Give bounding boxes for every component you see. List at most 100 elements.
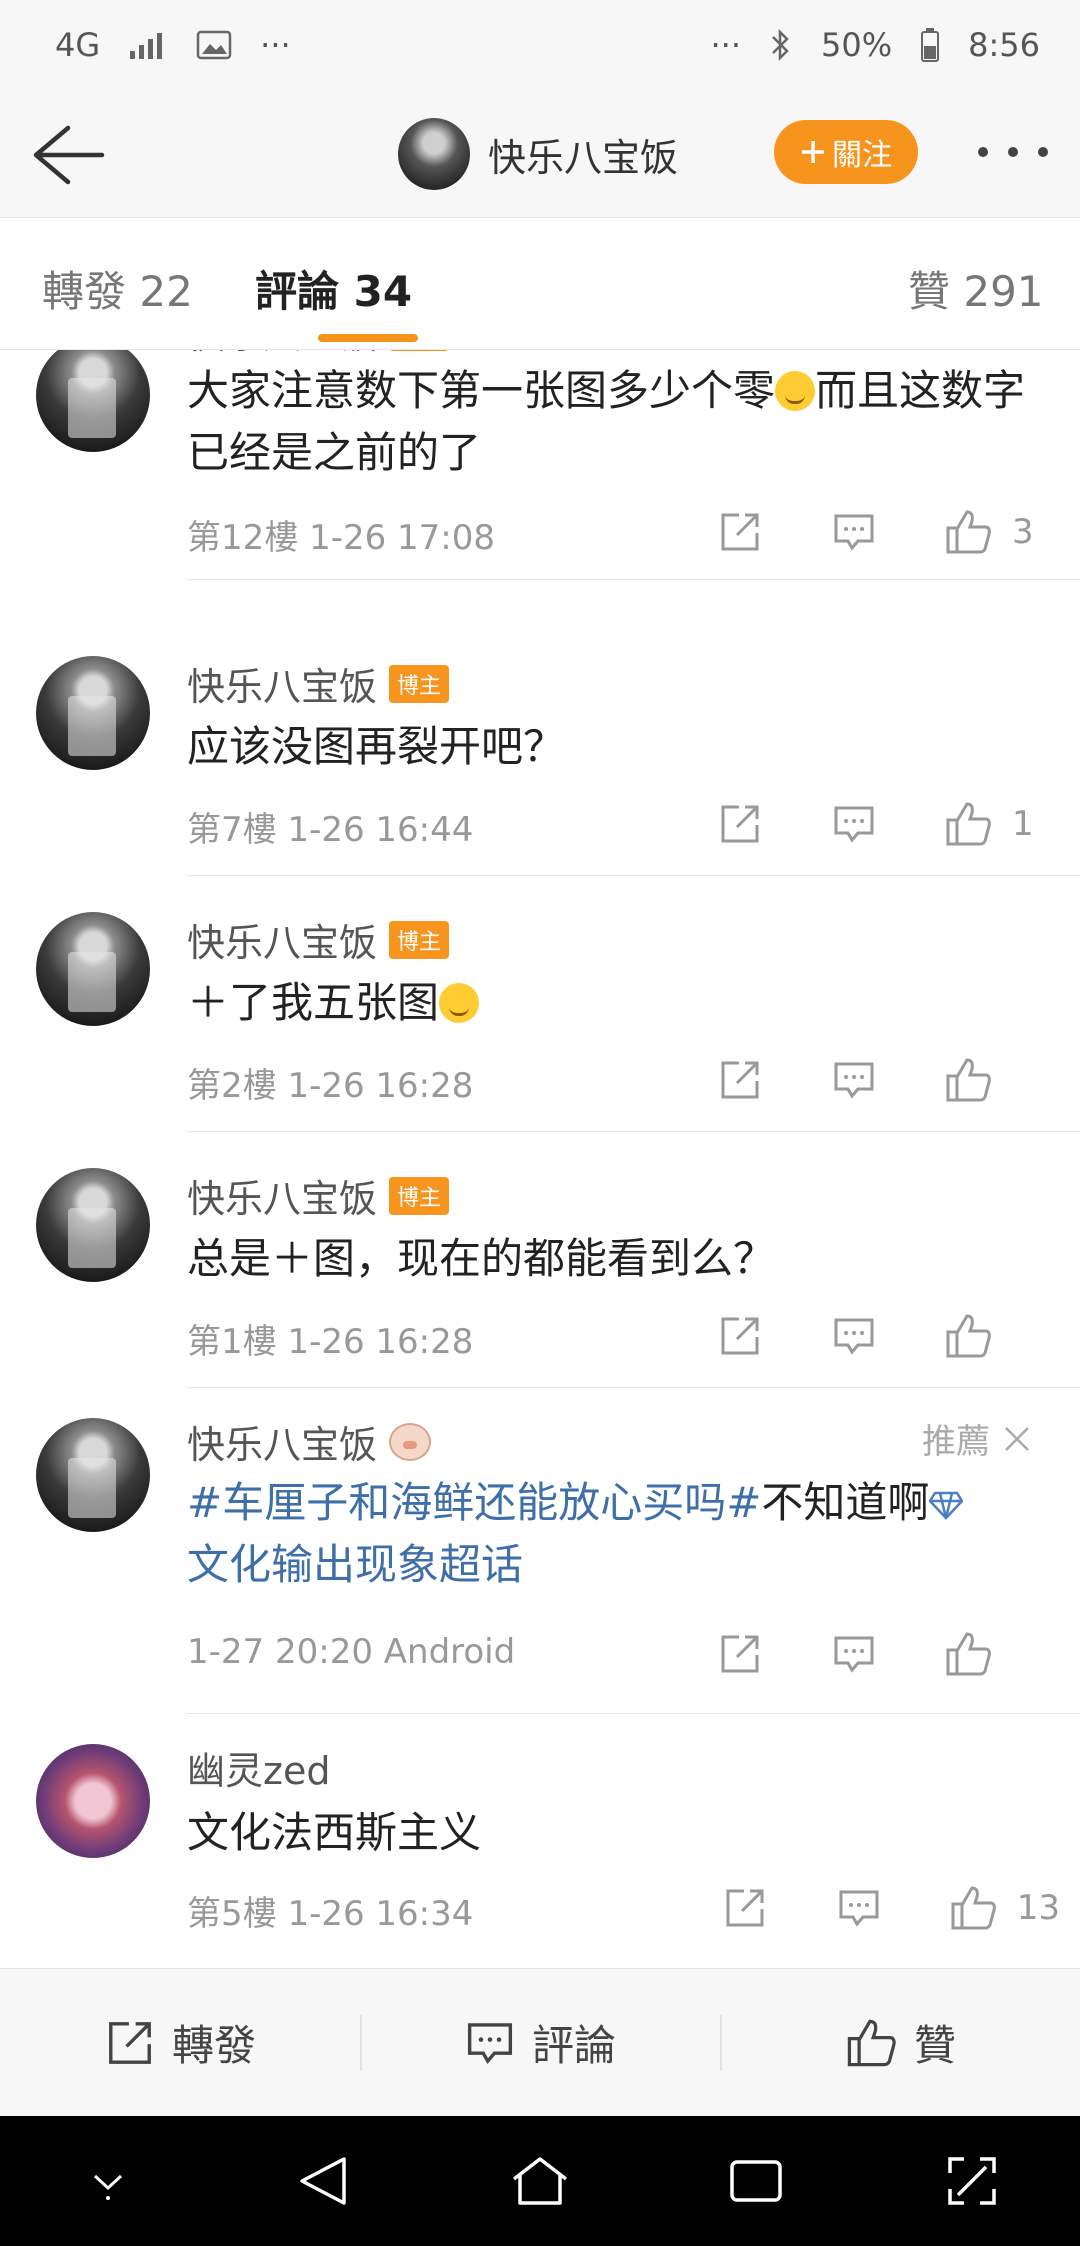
comment-username[interactable]: 快乐八宝饭 博主 [187,656,450,711]
share-icon [721,1061,759,1099]
comment-username-text[interactable]: 快乐八宝饭 [187,656,377,711]
comment-username[interactable]: 快乐八宝饭 博主 [187,912,450,967]
triangle-back-icon [300,2157,346,2205]
comment-text-part: 大家注意数下第一张图多少个零 [187,366,776,415]
more-dot-icon [1008,147,1018,157]
comment-text: 大家注意数下第一张图多少个零 而且这数字已经是之前的了 [187,360,1057,484]
comment-text-part: 不知道啊 [761,1478,930,1527]
share-button[interactable] [708,500,772,564]
follow-button[interactable]: 關注 [774,120,918,184]
repost-button[interactable]: 轉發 [0,1969,360,2116]
share-button[interactable] [708,1622,772,1686]
reply-button[interactable] [822,1622,886,1686]
tab-comments[interactable]: 評論 34 [255,258,412,319]
author-badge: 博主 [389,664,450,703]
thumbs-up-icon [946,1058,991,1102]
topic-link[interactable]: #车厘子和海鲜还能放心买吗# [187,1478,761,1527]
tab-likes[interactable]: 贊 291 [908,258,1044,319]
comment-username-text[interactable]: 快乐八宝饭 [187,1414,377,1469]
comment-item: 快乐八宝饭 博主 总是＋图，现在的都能看到么？ 第1樓 1-26 16:28 [0,1132,1080,1388]
comment-icon [834,1636,874,1673]
close-icon[interactable] [1002,1424,1032,1454]
header-username[interactable]: 快乐八宝饭 [488,127,678,182]
comment-actions [658,1304,1042,1368]
nav-home-button[interactable] [495,2136,585,2226]
reply-button[interactable] [822,792,886,856]
reply-button[interactable] [822,1304,886,1368]
smirk-emoji-icon [439,983,480,1023]
thumbs-up-icon [847,2019,896,2066]
battery-icon [921,28,940,62]
avatar[interactable] [36,1744,150,1858]
thumbs-up-icon [946,1314,991,1358]
comment-list[interactable]: 快乐八宝饭 博主 大家注意数下第一张图多少个零而且这数字已经是之前的了 第12樓… [0,350,1080,1968]
like-button[interactable] [936,500,1000,564]
hide-keyboard-button[interactable] [63,2136,153,2226]
back-button[interactable] [28,120,108,190]
recents-icon [730,2160,782,2202]
reply-button[interactable] [827,1876,891,1940]
reply-button[interactable] [822,1048,886,1112]
bluetooth-icon [772,28,789,62]
like-post-button[interactable]: 贊 [720,1969,1080,2116]
repost-label: 轉發 [171,2021,256,2070]
nav-recents-button[interactable] [711,2136,801,2226]
like-button[interactable] [936,1622,1000,1686]
share-button[interactable] [708,1048,772,1112]
comment-actions: 1 [658,792,1042,856]
comment-text: 文化法西斯主义 [187,1808,482,1857]
comment-username[interactable]: 幽灵zed [187,1740,330,1795]
like-button[interactable] [936,1304,1000,1368]
like-button[interactable] [941,1876,1005,1940]
comment-username-text[interactable]: 快乐八宝饭 [187,1168,377,1223]
nav-expand-button[interactable] [927,2136,1017,2226]
comment-icon [834,1318,874,1355]
avatar[interactable] [36,350,150,452]
image-icon [196,30,232,60]
avatar[interactable] [36,912,150,1026]
comment-text-part: ＋了我五张图 [187,978,440,1027]
pig-emoji-icon [389,1422,432,1461]
recommend-tag: 推薦 [922,1414,1032,1463]
comment-text: 总是＋图，现在的都能看到么？ [187,1234,776,1283]
reply-button[interactable] [822,500,886,564]
comment-item: 幽灵zed 文化法西斯主义 第5樓 1-26 16:34 13 [0,1714,1080,1968]
share-icon [721,1635,759,1673]
more-dot-icon [978,147,988,157]
comment-username[interactable]: 快乐八宝饭 [187,1414,432,1469]
comment-username-text[interactable]: 幽灵zed [187,1740,330,1795]
comment-button[interactable]: 評論 [360,1969,720,2116]
like-button[interactable] [936,1048,1000,1112]
share-button[interactable] [708,792,772,856]
comment-icon [467,2022,513,2064]
comment-meta: 第2樓 1-26 16:28 [187,1066,474,1106]
comment-username[interactable]: 快乐八宝饭 博主 [187,1168,450,1223]
avatar[interactable] [36,1418,150,1532]
avatar[interactable] [398,118,470,190]
avatar[interactable] [36,656,150,770]
status-dots-left: ··· [260,26,291,64]
comment-username-text[interactable]: 快乐八宝饭 [187,350,377,359]
network-label: 4G [55,26,101,64]
tab-repost[interactable]: 轉發 22 [42,258,193,319]
comment-icon [834,806,874,843]
share-button[interactable] [713,1876,777,1940]
avatar[interactable] [36,1168,150,1282]
like-count: 3 [1012,512,1034,552]
more-button[interactable] [978,130,1048,174]
comment-label: 評論 [531,2021,616,2070]
share-icon [721,805,759,843]
comment-text: #车厘子和海鲜还能放心买吗#不知道啊文化输出现象超话 [187,1472,1057,1596]
thumbs-up-icon [946,510,991,554]
recommended-comment-item: 快乐八宝饭 推薦 #车厘子和海鲜还能放心买吗#不知道啊 文化输出现象超话 1-27… [0,1388,1080,1714]
share-button[interactable] [708,1304,772,1368]
like-button[interactable] [936,792,1000,856]
comment-username[interactable]: 快乐八宝饭 博主 [187,350,450,359]
like-label: 贊 [913,2021,956,2070]
comment-actions [658,1048,1042,1112]
comment-username-text[interactable]: 快乐八宝饭 [187,912,377,967]
plus-icon [802,141,824,163]
profile-header[interactable]: 快乐八宝饭 [398,118,678,190]
super-topic-link[interactable]: 文化输出现象超话 [187,1540,523,1589]
nav-back-button[interactable] [279,2136,369,2226]
